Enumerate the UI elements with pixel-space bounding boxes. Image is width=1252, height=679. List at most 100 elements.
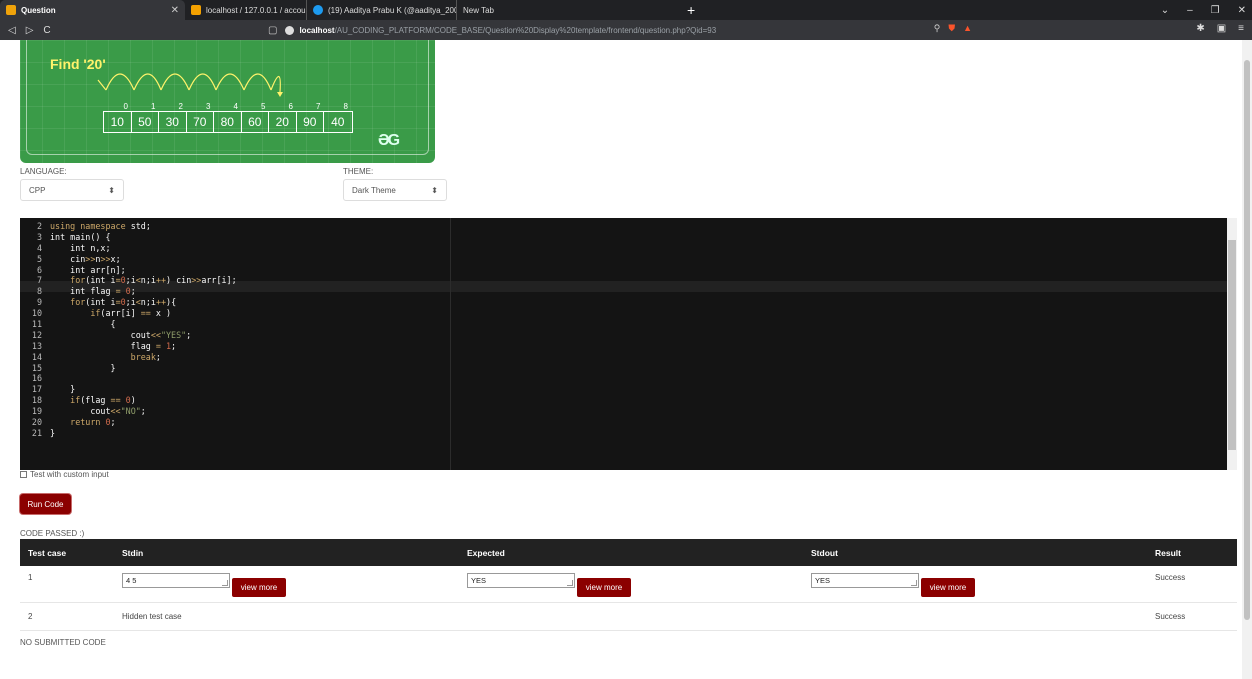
code-token: ;i — [125, 275, 136, 286]
code-line[interactable]: 9 for(int i=0;i<n;i++){ — [20, 297, 237, 308]
zoom-icon[interactable]: ⚲ — [934, 23, 941, 34]
code-token: n;i — [140, 297, 156, 308]
view-more-button[interactable]: view more — [921, 578, 975, 597]
array-index: 1 — [151, 102, 156, 111]
custom-input-checkbox[interactable] — [20, 471, 27, 478]
line-number: 15 — [31, 362, 42, 373]
code-line[interactable]: 20 return 0; — [20, 417, 237, 428]
code-line[interactable]: 5 cin>>n>>x; — [20, 254, 237, 265]
code-line[interactable]: 11 { — [20, 319, 237, 330]
code-line[interactable]: 13 flag = 1; — [20, 341, 237, 352]
url-host: localhost — [299, 25, 335, 35]
site-info-icon[interactable] — [285, 25, 295, 35]
run-code-button[interactable]: Run Code — [20, 494, 71, 514]
code-line[interactable]: 16 — [20, 373, 237, 384]
window-controls: ⌄ – ❐ ✕ — [1161, 0, 1246, 20]
theme-select[interactable]: Dark Theme ⬍ — [343, 179, 447, 201]
code-line[interactable]: 17 } — [20, 384, 237, 395]
code-token: << — [150, 329, 161, 340]
menu-icon[interactable]: ≡ — [1238, 23, 1244, 34]
code-line[interactable]: 21} — [20, 428, 237, 439]
page-scrollbar[interactable] — [1242, 40, 1252, 679]
header-result: Result — [1155, 547, 1181, 558]
tab-search-icon[interactable]: ⌄ — [1161, 5, 1169, 16]
code-token: == — [140, 308, 151, 319]
line-number: 16 — [31, 373, 42, 384]
code-line[interactable]: 12 cout<<"YES"; — [20, 330, 237, 341]
array-index: 7 — [316, 102, 321, 111]
back-icon[interactable]: ◁ — [8, 25, 16, 36]
view-more-button[interactable]: view more — [232, 578, 286, 597]
code-line[interactable]: 18 if(flag == 0) — [20, 395, 237, 406]
code-token: ++ — [155, 297, 167, 308]
code-line[interactable]: 3 int main() { — [20, 232, 237, 243]
line-code: int flag = 0; — [50, 286, 136, 297]
code-line[interactable]: 19 cout<<"NO"; — [20, 406, 237, 417]
line-number: 17 — [31, 384, 42, 395]
new-tab-button[interactable]: + — [687, 2, 695, 18]
array-index: 6 — [288, 102, 293, 111]
code-line[interactable]: 8 int flag = 0; — [20, 286, 237, 297]
code-line[interactable]: 7 for(int i=0;i<n;i++) cin>>arr[i]; — [20, 275, 237, 286]
code-line[interactable]: 10 if(arr[i] == x ) — [20, 308, 237, 319]
stdin-textarea[interactable]: 4 5 — [122, 573, 230, 588]
close-tab-icon[interactable]: ✕ — [171, 5, 179, 16]
code-line[interactable]: 4 int n,x; — [20, 243, 237, 254]
arrow-head — [277, 92, 283, 97]
browser-tab-bar: Question ✕ localhost / 127.0.0.1 / accou… — [0, 0, 1252, 20]
favicon-icon — [6, 5, 16, 15]
restore-icon[interactable]: ❐ — [1211, 5, 1220, 16]
code-token: std; — [130, 221, 151, 231]
language-label: LANGUAGE: — [20, 167, 67, 176]
code-line[interactable]: 14 break; — [20, 352, 237, 363]
no-submitted-code: NO SUBMITTED CODE — [20, 638, 106, 647]
code-token: int main() { — [50, 231, 111, 242]
forward-icon[interactable]: ▷ — [26, 25, 34, 36]
extensions-icon[interactable]: ✱ — [1196, 23, 1204, 34]
reload-icon[interactable]: C — [43, 25, 50, 36]
line-code: if(arr[i] == x ) — [50, 308, 171, 319]
line-code: } — [50, 428, 55, 439]
line-number: 20 — [31, 417, 42, 428]
url-field[interactable]: localhost/AU_CODING_PLATFORM/CODE_BASE/Q… — [285, 23, 965, 37]
line-code: flag = 1; — [50, 341, 176, 352]
code-editor[interactable]: 2 using namespace std; 3 int main() {4 int … — [20, 218, 1237, 470]
language-select[interactable]: CPP ⬍ — [20, 179, 124, 201]
brave-shield-icon[interactable]: ⛊ — [948, 23, 955, 34]
bookmark-icon[interactable]: ▢ — [268, 25, 277, 36]
code-lines[interactable]: 2 using namespace std; 3 int main() {4 int … — [20, 221, 237, 439]
stdout-textarea[interactable]: YES — [811, 573, 919, 588]
array-cell: 70 — [187, 112, 214, 132]
line-number: 9 — [36, 297, 42, 308]
minimize-icon[interactable]: – — [1187, 5, 1193, 16]
tab-new-tab[interactable]: New Tab — [457, 0, 527, 20]
code-line[interactable]: 15 } — [20, 363, 237, 374]
tab-twitter[interactable]: (19) Aaditya Prabu K (@aaditya_2002) — [307, 0, 457, 20]
custom-input-row[interactable]: Test with custom input — [20, 470, 109, 479]
line-number: 10 — [31, 308, 42, 319]
expected-textarea[interactable]: YES — [467, 573, 575, 588]
array-index: 0 — [123, 102, 128, 111]
brave-rewards-icon[interactable]: ▲ — [963, 23, 972, 34]
line-number: 4 — [36, 242, 42, 253]
array-index: 2 — [178, 102, 183, 111]
url-path: /AU_CODING_PLATFORM/CODE_BASE/Question%2… — [334, 25, 717, 35]
editor-scrollbar[interactable] — [1227, 218, 1237, 470]
tab-phpmyadmin[interactable]: localhost / 127.0.0.1 / account databa — [185, 0, 307, 20]
array-index: 5 — [261, 102, 266, 111]
view-more-button[interactable]: view more — [577, 578, 631, 597]
code-token: "NO" — [120, 406, 141, 417]
code-token: flag — [50, 340, 156, 351]
code-line[interactable]: 6 int arr[n]; — [20, 265, 237, 276]
code-token: for — [50, 297, 86, 308]
array-cell: 30 — [159, 112, 187, 132]
line-code: } — [50, 384, 75, 395]
line-number: 19 — [31, 406, 42, 417]
wallet-icon[interactable]: ▣ — [1217, 23, 1226, 34]
line-number: 11 — [31, 319, 42, 330]
code-token: int flag — [50, 286, 116, 297]
code-token: >> — [85, 253, 96, 264]
tab-question[interactable]: Question ✕ — [0, 0, 185, 20]
code-line[interactable]: 2 using namespace std; — [20, 221, 237, 232]
close-window-icon[interactable]: ✕ — [1238, 5, 1246, 16]
